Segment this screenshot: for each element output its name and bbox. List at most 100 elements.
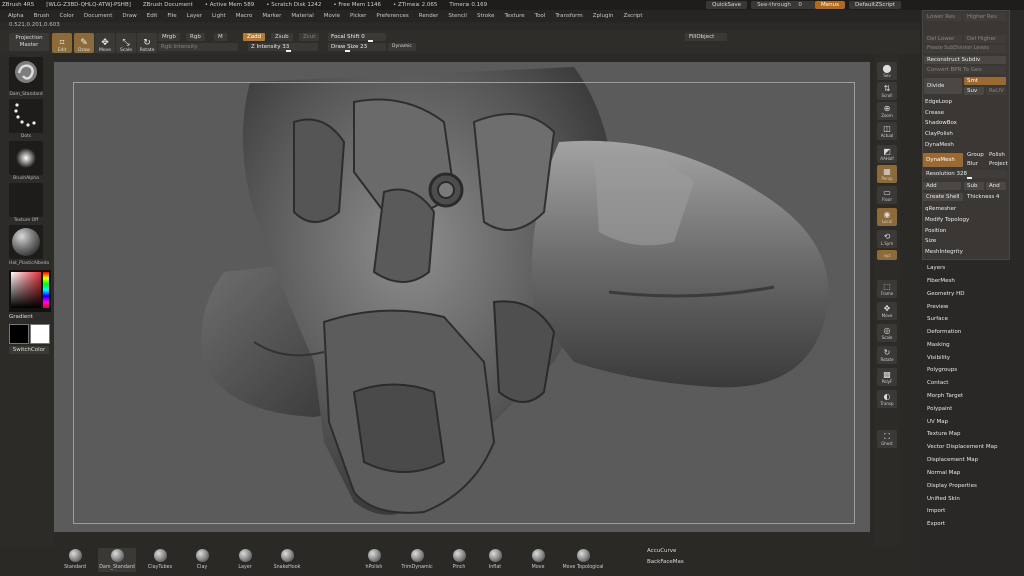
del-higher-button[interactable]: Del Higher — [964, 35, 1006, 43]
divide-button[interactable]: Divide — [924, 78, 962, 94]
menu-marker[interactable]: Marker — [262, 13, 281, 19]
menu-edit[interactable]: Edit — [147, 13, 158, 19]
rotate-mode-button[interactable]: ↻ Rotate — [137, 33, 157, 53]
blur-slider[interactable]: Blur — [967, 161, 978, 167]
aahalf-button[interactable]: ◩ AAHalf — [877, 145, 897, 163]
move-mode-button[interactable]: ✥ Move — [95, 33, 115, 53]
z-intensity-slider[interactable]: Z Intensity 33 — [248, 43, 318, 52]
color-picker-square[interactable] — [11, 272, 41, 308]
menu-document[interactable]: Document — [84, 13, 113, 19]
brush-hpolish[interactable]: hPolish — [359, 548, 389, 572]
menu-material[interactable]: Material — [291, 13, 313, 19]
smt-toggle[interactable]: Smt — [964, 77, 1006, 85]
menu-draw[interactable]: Draw — [122, 13, 136, 19]
focal-shift-knob[interactable] — [368, 40, 373, 42]
zoom-button[interactable]: ⊕ Zoom — [877, 102, 897, 120]
actual-button[interactable]: ◫ Actual — [877, 122, 897, 140]
subpalette-texture-map[interactable]: Texture Map — [927, 431, 961, 437]
draw-size-slider[interactable]: Draw Size 23 — [328, 43, 386, 52]
projection-master-button[interactable]: Projection Master — [9, 33, 49, 51]
alpha-thumbnail[interactable] — [9, 141, 43, 175]
zcut-button[interactable]: Zcut — [299, 33, 320, 41]
lsym-button[interactable]: ⟲ L.Sym — [877, 230, 897, 248]
brush-trimdynamic[interactable]: TrimDynamic — [401, 548, 433, 572]
brush-snakehook[interactable]: SnakeHook — [272, 548, 302, 572]
subpalette-deformation[interactable]: Deformation — [927, 329, 961, 335]
dynamic-button[interactable]: Dynamic — [388, 43, 416, 51]
scale-mode-button[interactable]: ⤡ Scale — [116, 33, 136, 53]
freeze-subdiv-button[interactable]: Freeze SubDivision Levels — [924, 45, 1006, 53]
gradient-label[interactable]: Gradient — [9, 314, 33, 320]
resolution-slider[interactable]: Resolution 328 — [923, 170, 1007, 179]
brush-standard[interactable]: Standard — [60, 548, 90, 572]
polyf-button[interactable]: ▩ PolyF — [877, 368, 897, 386]
focal-shift-slider[interactable]: Focal Shift 0 — [328, 33, 386, 42]
menu-color[interactable]: Color — [60, 13, 74, 19]
scroll-button[interactable]: ⇅ Scroll — [877, 82, 897, 100]
brush-move-topological[interactable]: Move Topological — [560, 548, 606, 572]
brush-claytubes[interactable]: ClayTubes — [145, 548, 175, 572]
rgb-button[interactable]: Rgb — [186, 33, 205, 41]
edgeloop-item[interactable]: EdgeLoop — [925, 99, 952, 105]
backfacemask-toggle[interactable]: BackFaceMas — [647, 559, 684, 565]
menu-brush[interactable]: Brush — [34, 13, 50, 19]
menu-transform[interactable]: Transform — [555, 13, 582, 19]
hue-strip[interactable] — [43, 272, 49, 308]
fillobject-button[interactable]: FillObject — [685, 33, 727, 41]
subpalette-polypaint[interactable]: Polypaint — [927, 406, 952, 412]
ghost-button[interactable]: ⛶ Ghost — [877, 430, 897, 448]
subpalette-fibermesh[interactable]: FiberMesh — [927, 278, 955, 284]
subpalette-export[interactable]: Export — [927, 521, 945, 527]
default-zscript-button[interactable]: DefaultZScript — [848, 1, 901, 9]
menu-texture[interactable]: Texture — [505, 13, 525, 19]
z-intensity-knob[interactable] — [286, 50, 291, 52]
create-shell-button[interactable]: Create Shell — [923, 193, 963, 201]
resolution-knob[interactable] — [967, 177, 972, 179]
texture-thumbnail[interactable] — [9, 183, 43, 217]
size-item[interactable]: Size — [925, 238, 936, 244]
suv-toggle[interactable]: Suv — [964, 87, 984, 95]
transp-button[interactable]: ◐ Transp — [877, 390, 897, 408]
modify-topology-item[interactable]: Modify Topology — [925, 217, 969, 223]
subpalette-displacement-map[interactable]: Displacement Map — [927, 457, 978, 463]
convert-bpr-button[interactable]: Convert BPR To Geo — [924, 66, 1006, 74]
frame-button[interactable]: ⬚ Frame — [877, 280, 897, 298]
scale-view-button[interactable]: ◎ Scale — [877, 324, 897, 342]
higher-res-button[interactable]: Higher Res — [964, 13, 1006, 21]
edit-mode-button[interactable]: ⌗ Edit — [52, 33, 72, 53]
del-lower-button[interactable]: Del Lower — [924, 35, 962, 43]
subpalette-vector-displacement-map[interactable]: Vector Displacement Map — [927, 444, 997, 450]
rgb-intensity-slider[interactable]: Rgb Intensity — [158, 43, 238, 51]
menu-stencil[interactable]: Stencil — [448, 13, 467, 19]
shadowbox-item[interactable]: ShadowBox — [925, 120, 957, 126]
polish-toggle[interactable]: Polish — [989, 152, 1005, 158]
subpalette-polygroups[interactable]: Polygroups — [927, 367, 957, 373]
thickness-slider[interactable]: Thickness 4 — [964, 193, 1007, 201]
secondary-color-swatch[interactable] — [30, 324, 50, 344]
menu-preferences[interactable]: Preferences — [376, 13, 408, 19]
menu-render[interactable]: Render — [419, 13, 439, 19]
subpalette-visibility[interactable]: Visibility — [927, 355, 950, 361]
meshintegrity-item[interactable]: MeshIntegrity — [925, 249, 963, 255]
m-button[interactable]: M — [214, 33, 227, 41]
add-button[interactable]: Add — [923, 182, 961, 190]
spix-button[interactable]: ⬤ Sev — [877, 62, 897, 80]
reuv-button[interactable]: ReUV — [986, 87, 1006, 95]
persp-button[interactable]: ▦ Persp — [877, 165, 897, 183]
zadd-button[interactable]: Zadd — [243, 33, 266, 41]
brush-thumbnail[interactable] — [9, 57, 43, 91]
menu-zscript[interactable]: Zscript — [623, 13, 642, 19]
mrgb-button[interactable]: Mrgb — [158, 33, 180, 41]
subpalette-import[interactable]: Import — [927, 508, 945, 514]
sub-button[interactable]: Sub — [964, 182, 984, 190]
crease-item[interactable]: Crease — [925, 110, 944, 116]
subpalette-surface[interactable]: Surface — [927, 316, 948, 322]
draw-mode-button[interactable]: ✎ Draw — [74, 33, 94, 53]
brush-move[interactable]: Move — [523, 548, 553, 572]
group-toggle[interactable]: Group — [967, 152, 984, 158]
dynamesh-button[interactable]: DynaMesh — [923, 153, 963, 167]
subpalette-contact[interactable]: Contact — [927, 380, 948, 386]
subpalette-normal-map[interactable]: Normal Map — [927, 470, 960, 476]
lower-res-button[interactable]: Lower Res — [924, 13, 962, 21]
material-thumbnail[interactable] — [9, 225, 43, 259]
